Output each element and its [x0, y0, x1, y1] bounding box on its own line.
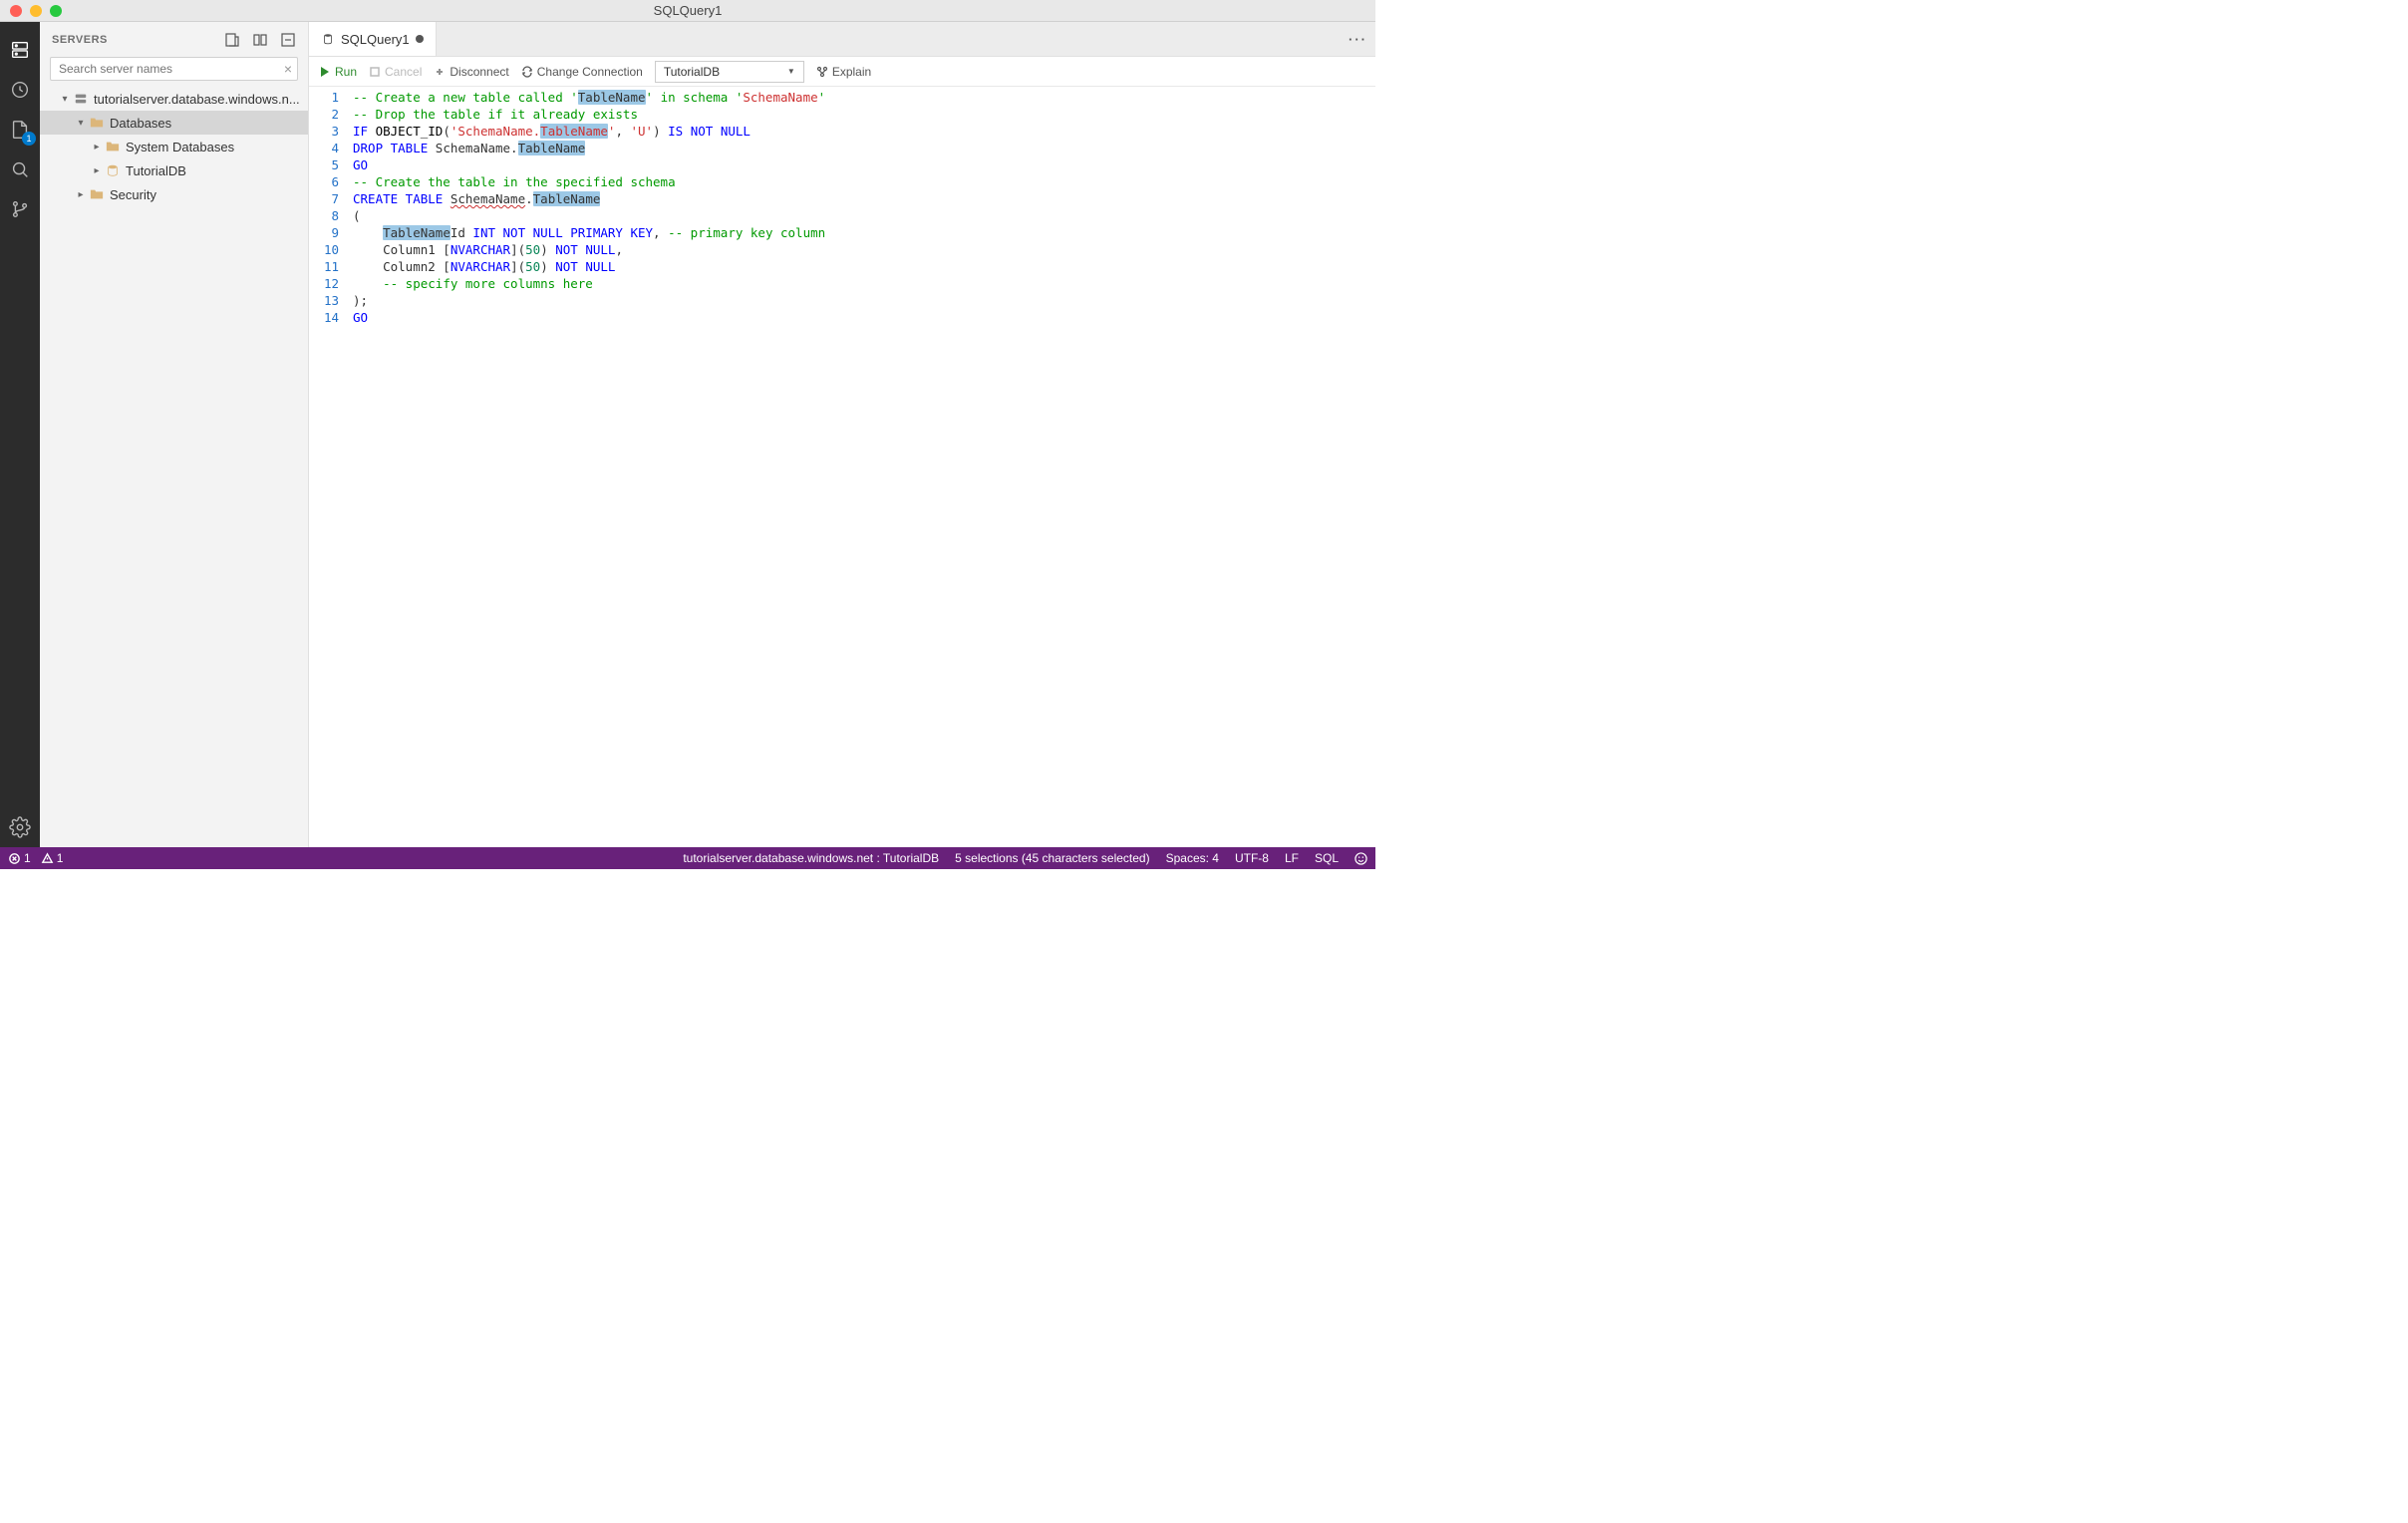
- chevron-right-icon: ▸: [90, 165, 104, 176]
- status-warnings[interactable]: 1: [41, 851, 64, 865]
- server-tree: ▾ tutorialserver.database.windows.n... ▾…: [40, 87, 308, 206]
- folder-icon: [104, 140, 122, 153]
- system-databases-label: System Databases: [126, 140, 234, 154]
- status-feedback[interactable]: [1354, 852, 1367, 865]
- status-connection[interactable]: tutorialserver.database.windows.net : Tu…: [683, 851, 939, 865]
- file-badge: 1: [22, 132, 36, 146]
- activity-explorer[interactable]: 1: [0, 110, 40, 150]
- disconnect-button[interactable]: Disconnect: [434, 65, 508, 79]
- play-icon: [319, 66, 331, 78]
- system-databases-node[interactable]: ▸ System Databases: [40, 135, 308, 158]
- dirty-indicator-icon: [416, 35, 424, 43]
- tab-sqlquery1[interactable]: SQLQuery1: [309, 22, 437, 56]
- new-group-icon[interactable]: [252, 32, 268, 48]
- error-icon: [8, 852, 21, 865]
- activity-source-control[interactable]: [0, 189, 40, 229]
- activity-search[interactable]: [0, 150, 40, 189]
- sidebar-title: SERVERS: [52, 34, 108, 46]
- explain-icon: [816, 66, 828, 78]
- database-selector[interactable]: TutorialDB: [655, 61, 804, 83]
- clear-search-icon[interactable]: ×: [284, 61, 292, 77]
- window-maximize-button[interactable]: [50, 5, 62, 17]
- security-node[interactable]: ▸ Security: [40, 182, 308, 206]
- tutorialdb-label: TutorialDB: [126, 163, 186, 178]
- change-connection-button[interactable]: Change Connection: [521, 65, 643, 79]
- code-content[interactable]: -- Create a new table called 'TableName'…: [353, 87, 1375, 847]
- smiley-icon: [1354, 852, 1367, 865]
- warning-icon: [41, 852, 54, 865]
- status-spaces[interactable]: Spaces: 4: [1166, 851, 1219, 865]
- databases-label: Databases: [110, 116, 171, 131]
- branch-icon: [9, 198, 31, 220]
- status-eol[interactable]: LF: [1285, 851, 1299, 865]
- tab-bar: SQLQuery1 ···: [309, 22, 1375, 57]
- chevron-down-icon: ▾: [58, 94, 72, 105]
- status-selections[interactable]: 5 selections (45 characters selected): [955, 851, 1149, 865]
- window-title: SQLQuery1: [654, 3, 723, 18]
- window-close-button[interactable]: [10, 5, 22, 17]
- window-minimize-button[interactable]: [30, 5, 42, 17]
- query-toolbar: Run Cancel Disconnect Change Connection …: [309, 57, 1375, 87]
- databases-node[interactable]: ▾ Databases: [40, 111, 308, 135]
- server-node[interactable]: ▾ tutorialserver.database.windows.n...: [40, 87, 308, 111]
- sidebar: SERVERS × ▾ tutorialserver.database.wind…: [40, 22, 309, 847]
- refresh-icon: [521, 66, 533, 78]
- code-editor[interactable]: 1234567891011121314 -- Create a new tabl…: [309, 87, 1375, 847]
- database-icon: [104, 163, 122, 177]
- folder-icon: [88, 187, 106, 201]
- activity-bar: 1: [0, 22, 40, 847]
- status-language[interactable]: SQL: [1315, 851, 1339, 865]
- chevron-right-icon: ▸: [90, 142, 104, 152]
- status-encoding[interactable]: UTF-8: [1235, 851, 1269, 865]
- chevron-down-icon: ▾: [74, 118, 88, 129]
- security-label: Security: [110, 187, 156, 202]
- server-icon: [9, 39, 31, 61]
- titlebar: SQLQuery1: [0, 0, 1375, 22]
- server-label: tutorialserver.database.windows.n...: [94, 92, 300, 107]
- collapse-icon[interactable]: [280, 32, 296, 48]
- editor-area: SQLQuery1 ··· Run Cancel Disconnect Chan…: [309, 22, 1375, 847]
- explain-button[interactable]: Explain: [816, 65, 871, 79]
- search-icon: [9, 158, 31, 180]
- new-connection-icon[interactable]: [224, 32, 240, 48]
- cancel-button[interactable]: Cancel: [369, 65, 422, 79]
- activity-servers[interactable]: [0, 30, 40, 70]
- chevron-right-icon: ▸: [74, 189, 88, 200]
- disconnect-icon: [434, 66, 446, 78]
- tab-more-button[interactable]: ···: [1341, 22, 1375, 56]
- sql-file-icon: [321, 32, 335, 46]
- clock-icon: [9, 79, 31, 101]
- stop-icon: [369, 66, 381, 78]
- run-button[interactable]: Run: [319, 65, 357, 79]
- server-search-input[interactable]: [50, 57, 298, 81]
- line-gutter: 1234567891011121314: [309, 87, 353, 847]
- status-errors[interactable]: 1: [8, 851, 31, 865]
- folder-icon: [88, 116, 106, 130]
- status-bar: 1 1 tutorialserver.database.windows.net …: [0, 847, 1375, 869]
- activity-tasks[interactable]: [0, 70, 40, 110]
- tab-label: SQLQuery1: [341, 32, 410, 47]
- activity-settings[interactable]: [0, 807, 40, 847]
- server-icon: [72, 92, 90, 106]
- gear-icon: [9, 816, 31, 838]
- tutorialdb-node[interactable]: ▸ TutorialDB: [40, 158, 308, 182]
